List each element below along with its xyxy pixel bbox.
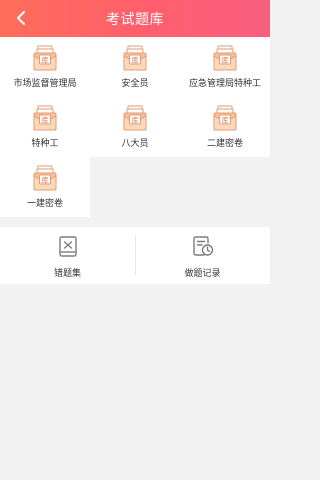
page-title: 考试题库: [106, 11, 164, 28]
question-bank-icon: 库: [210, 43, 240, 73]
back-arrow-icon: [17, 11, 25, 25]
practice-history-label: 做题记录: [184, 269, 221, 279]
tool-divider: [135, 235, 136, 275]
svg-text:库: 库: [222, 56, 229, 65]
svg-text:库: 库: [42, 176, 49, 185]
wrong-questions-label: 错题集: [53, 269, 81, 279]
category-label: 二建密卷: [206, 139, 243, 149]
category-item-safety-officer[interactable]: 库 安全员: [90, 37, 180, 97]
svg-text:库: 库: [132, 56, 139, 65]
category-item-market-supervision[interactable]: 库 市场监督管理局: [0, 37, 90, 97]
wrong-questions-button[interactable]: 错题集: [0, 227, 135, 284]
wrong-questions-icon: [58, 236, 77, 257]
category-label: 安全员: [121, 79, 149, 89]
category-item-emergency-special[interactable]: 库 应急管理局特种工: [180, 37, 270, 97]
svg-text:库: 库: [132, 116, 139, 125]
category-label: 特种工: [31, 139, 59, 149]
category-grid: 库 市场监督管理局 库 安全员 库 应急管理局特种工 库 特种工 库 八大员 库…: [0, 37, 270, 219]
svg-text:库: 库: [42, 56, 49, 65]
category-label: 市场监督管理局: [13, 79, 77, 89]
practice-history-icon: [192, 236, 213, 256]
category-label: 一建密卷: [26, 199, 63, 209]
question-bank-icon: 库: [30, 103, 60, 133]
svg-text:库: 库: [42, 116, 49, 125]
practice-history-button[interactable]: 做题记录: [135, 227, 270, 284]
category-item-eight-staff[interactable]: 库 八大员: [90, 97, 180, 157]
question-bank-icon: 库: [30, 43, 60, 73]
question-bank-icon: 库: [120, 43, 150, 73]
question-bank-icon: 库: [30, 163, 60, 193]
question-bank-icon: 库: [120, 103, 150, 133]
tool-bar: 错题集 做题记录: [0, 227, 270, 284]
category-label: 应急管理局特种工: [188, 79, 261, 89]
category-label: 八大员: [121, 139, 149, 149]
top-bar: 考试题库: [0, 0, 270, 37]
category-item-second-builder[interactable]: 库 二建密卷: [180, 97, 270, 157]
svg-text:库: 库: [222, 116, 229, 125]
category-item-special-worker[interactable]: 库 特种工: [0, 97, 90, 157]
question-bank-icon: 库: [210, 103, 240, 133]
back-button[interactable]: [10, 7, 32, 29]
category-item-first-builder[interactable]: 库 一建密卷: [0, 157, 90, 217]
